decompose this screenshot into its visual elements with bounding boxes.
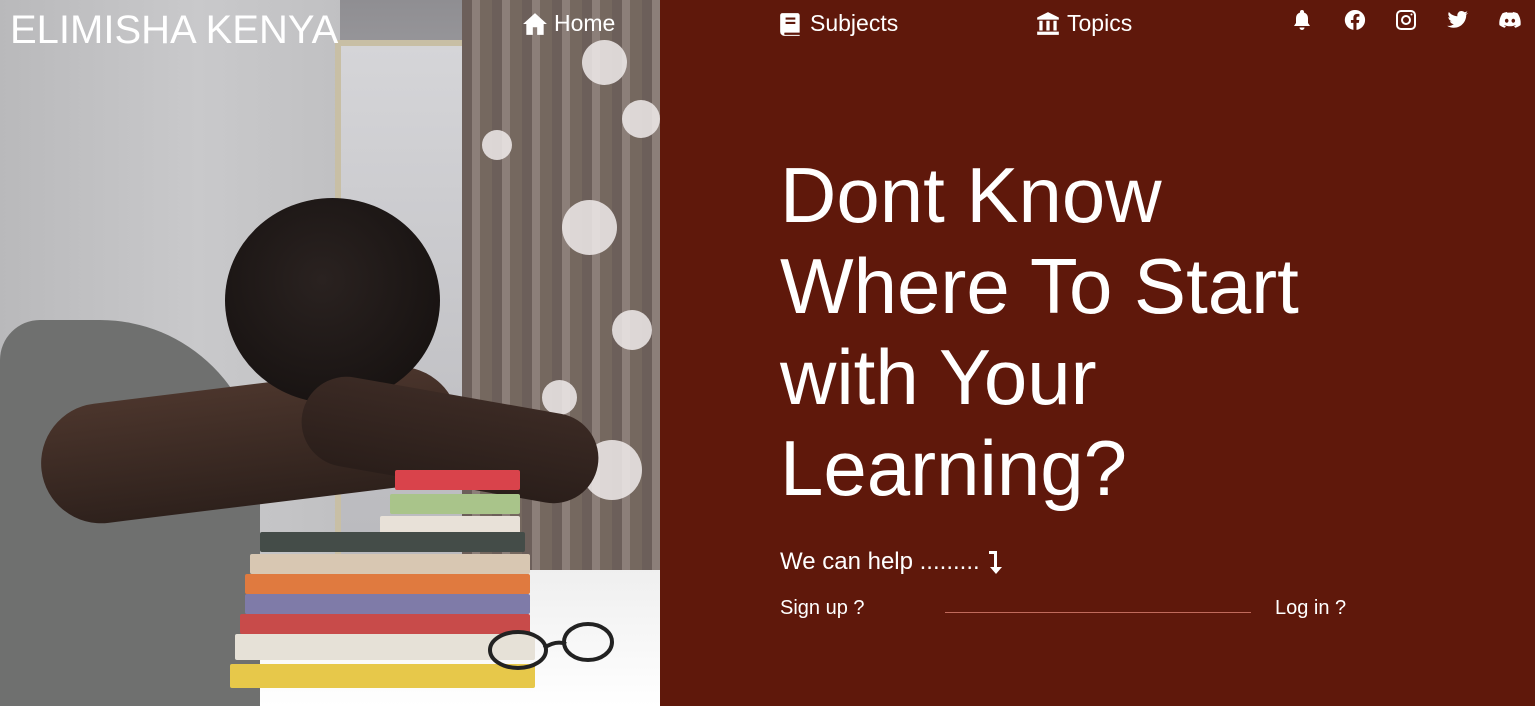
nav-home[interactable]: Home	[522, 10, 615, 37]
headline-line: with Your	[780, 333, 1097, 421]
nav-subjects[interactable]: Subjects	[778, 10, 898, 37]
twitter-icon	[1447, 11, 1468, 28]
arrow-down-icon	[988, 551, 1002, 574]
auth-divider	[945, 612, 1251, 613]
bell-icon	[1294, 10, 1310, 30]
photo-person-head	[225, 198, 440, 403]
notifications-button[interactable]	[1290, 8, 1314, 32]
book-icon	[780, 12, 800, 36]
help-text: We can help .........	[780, 548, 1006, 576]
nav-subjects-label: Subjects	[810, 10, 899, 36]
nav-home-label: Home	[554, 10, 616, 36]
home-icon	[523, 12, 547, 35]
hero-headline: Dont Know Where To Start with Your Learn…	[780, 150, 1400, 514]
help-label: We can help .........	[780, 548, 980, 575]
signup-link[interactable]: Sign up ?	[780, 597, 865, 620]
facebook-icon	[1344, 9, 1366, 30]
login-link[interactable]: Log in ?	[1275, 597, 1346, 620]
instagram-icon	[1396, 10, 1416, 30]
discord-link[interactable]	[1498, 8, 1522, 32]
institution-icon	[1037, 11, 1059, 35]
nav-topics[interactable]: Topics	[1035, 10, 1132, 37]
facebook-link[interactable]	[1343, 8, 1367, 32]
headline-line: Learning?	[780, 424, 1127, 512]
nav-topics-label: Topics	[1067, 10, 1133, 36]
discord-icon	[1499, 12, 1521, 28]
brand-logo[interactable]: ELIMISHA KENYA	[10, 8, 338, 53]
headline-line: Dont Know	[780, 151, 1162, 239]
twitter-link[interactable]	[1445, 8, 1469, 32]
headline-line: Where To Start	[780, 242, 1299, 330]
hero-photo	[0, 0, 660, 706]
photo-glasses	[488, 622, 614, 670]
instagram-link[interactable]	[1394, 8, 1418, 32]
